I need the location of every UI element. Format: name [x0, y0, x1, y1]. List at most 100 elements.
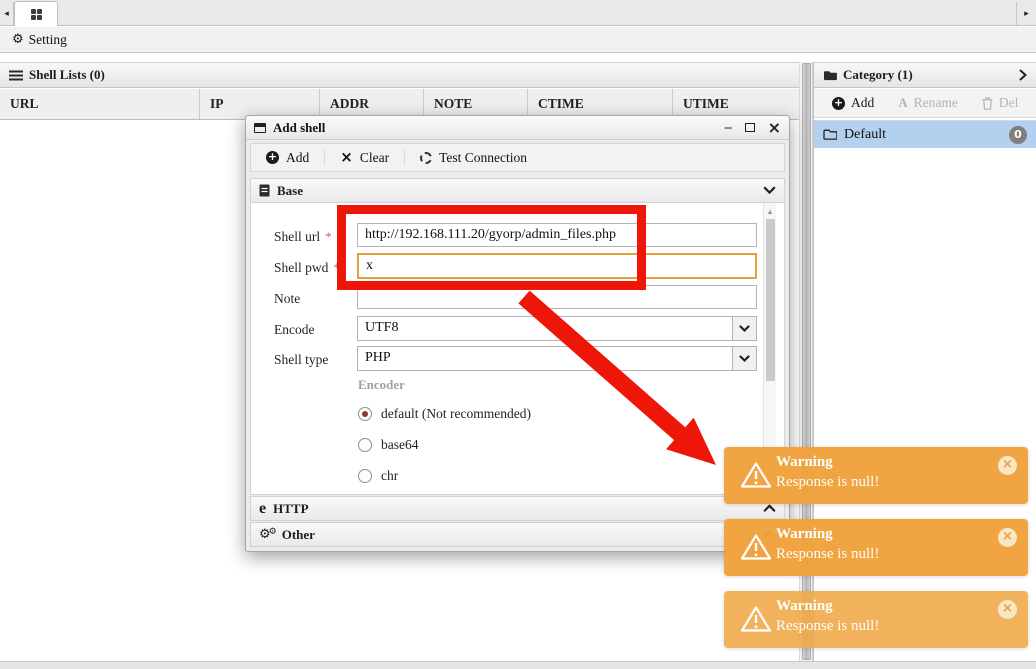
category-del-label: Del	[999, 95, 1019, 111]
chevron-right-icon[interactable]	[1019, 69, 1027, 81]
category-rename-label: Rename	[914, 95, 958, 111]
tab-scroll-right-button[interactable]: ▸	[1016, 2, 1036, 25]
toast-title: Warning	[776, 598, 833, 615]
dialog-clear-label: Clear	[360, 150, 389, 166]
toast-close-button[interactable]: ×	[998, 456, 1017, 475]
note-input[interactable]	[357, 285, 757, 309]
http-icon: e	[259, 502, 266, 516]
chevron-down-icon	[739, 325, 750, 333]
chevron-down-icon	[739, 355, 750, 363]
encoder-option-default[interactable]: default (Not recommended)	[358, 406, 531, 422]
section-http[interactable]: e HTTP	[250, 496, 785, 521]
toast-message: Response is null!	[776, 618, 879, 635]
dialog-add-label: Add	[286, 150, 309, 166]
test-connection-label: Test Connection	[439, 150, 527, 166]
window-icon	[254, 123, 266, 133]
setting-menu-item[interactable]: ⚙ Setting	[12, 32, 67, 48]
shell-url-input[interactable]	[357, 223, 757, 247]
tab-shell-manager[interactable]	[14, 1, 58, 26]
category-item-default[interactable]: Default 0	[814, 120, 1036, 148]
warning-triangle-icon	[740, 461, 772, 489]
document-icon	[259, 184, 270, 197]
spinner-icon	[420, 152, 432, 164]
encode-value: UTF8	[365, 320, 398, 336]
clear-x-icon: ×	[340, 151, 353, 164]
category-header: Category (1)	[814, 62, 1036, 88]
warning-triangle-icon	[740, 605, 772, 633]
radio-unselected-icon	[358, 469, 372, 483]
chevron-up-icon	[763, 504, 776, 513]
category-toolbar: + Add A Rename Del	[814, 89, 1036, 118]
select-dropdown-button[interactable]	[732, 347, 756, 370]
shell-type-value: PHP	[365, 350, 391, 366]
close-button[interactable]: ×	[768, 121, 781, 135]
rename-icon: A	[898, 95, 907, 111]
shell-url-label: Shell url*	[274, 229, 332, 245]
apps-grid-icon	[31, 9, 42, 20]
add-shell-dialog: Add shell – × + Add × Clear Test Connect…	[245, 115, 790, 552]
warning-toast: Warning Response is null! ×	[724, 519, 1028, 576]
shell-count-badge: 0	[1009, 126, 1027, 144]
warning-toast: Warning Response is null! ×	[724, 447, 1028, 504]
note-label: Note	[274, 291, 300, 307]
encoder-option-chr[interactable]: chr	[358, 468, 398, 484]
tab-bar: ◂ ▸	[0, 0, 1036, 26]
minimize-button[interactable]: –	[725, 124, 732, 132]
setting-label: Setting	[29, 32, 67, 48]
toast-close-button[interactable]: ×	[998, 600, 1017, 619]
dialog-titlebar[interactable]: Add shell – ×	[246, 116, 789, 140]
encoder-option-label: chr	[381, 468, 398, 484]
maximize-icon	[745, 123, 755, 132]
toast-close-button[interactable]: ×	[998, 528, 1017, 547]
column-header-url[interactable]: URL	[0, 89, 200, 119]
section-other-label: Other	[282, 527, 315, 543]
dialog-clear-button[interactable]: × Clear	[325, 150, 404, 166]
menu-bar: ⚙ Setting	[0, 27, 1036, 53]
shell-pwd-input[interactable]	[357, 253, 757, 279]
warning-triangle-icon	[740, 533, 772, 561]
category-del-button[interactable]: Del	[970, 89, 1031, 117]
category-title: Category (1)	[843, 67, 913, 83]
toast-title: Warning	[776, 454, 833, 471]
encoder-option-base64[interactable]: base64	[358, 437, 419, 453]
section-base-label: Base	[277, 183, 303, 199]
section-other[interactable]: ⚙⚙ Other	[250, 522, 785, 547]
shell-type-label: Shell type	[274, 352, 328, 368]
toast-message: Response is null!	[776, 546, 879, 563]
warning-toast: Warning Response is null! ×	[724, 591, 1028, 648]
section-base[interactable]: Base	[250, 178, 785, 203]
tab-scroll-left-button[interactable]: ◂	[0, 2, 14, 25]
shell-type-select[interactable]: PHP	[357, 346, 757, 371]
category-add-label: Add	[851, 95, 874, 111]
category-rename-button[interactable]: A Rename	[886, 89, 970, 117]
encode-label: Encode	[274, 322, 314, 338]
select-dropdown-button[interactable]	[732, 317, 756, 340]
dialog-title: Add shell	[273, 120, 325, 136]
section-http-label: HTTP	[273, 501, 308, 517]
plus-circle-icon: +	[266, 151, 279, 164]
test-connection-button[interactable]: Test Connection	[405, 150, 542, 166]
list-icon	[9, 70, 23, 81]
toast-message: Response is null!	[776, 474, 879, 491]
encode-select[interactable]: UTF8	[357, 316, 757, 341]
encoder-option-label: default (Not recommended)	[381, 406, 531, 422]
form-scrollbar-thumb[interactable]	[766, 219, 775, 381]
add-shell-form: Shell url* Shell pwd* Note Encode UTF8 S…	[250, 203, 785, 495]
horizontal-scrollbar-track[interactable]	[0, 661, 1036, 669]
maximize-button[interactable]	[745, 123, 755, 132]
required-star: *	[325, 229, 332, 244]
shell-pwd-label: Shell pwd*	[274, 260, 340, 276]
left-arrow-icon: ◂	[4, 9, 9, 19]
right-arrow-icon: ▸	[1024, 9, 1029, 19]
category-item-label: Default	[844, 127, 886, 143]
gears-icon: ⚙⚙	[259, 527, 275, 542]
shell-lists-title: Shell Lists (0)	[29, 67, 105, 83]
category-add-button[interactable]: + Add	[820, 89, 886, 117]
radio-unselected-icon	[358, 438, 372, 452]
scroll-up-icon[interactable]: ▴	[764, 207, 776, 216]
encoder-option-label: base64	[381, 437, 419, 453]
dialog-toolbar: + Add × Clear Test Connection	[250, 143, 785, 172]
shell-lists-header: Shell Lists (0)	[0, 62, 799, 88]
encoder-group-label: Encoder	[358, 377, 405, 393]
dialog-add-button[interactable]: + Add	[251, 150, 324, 166]
